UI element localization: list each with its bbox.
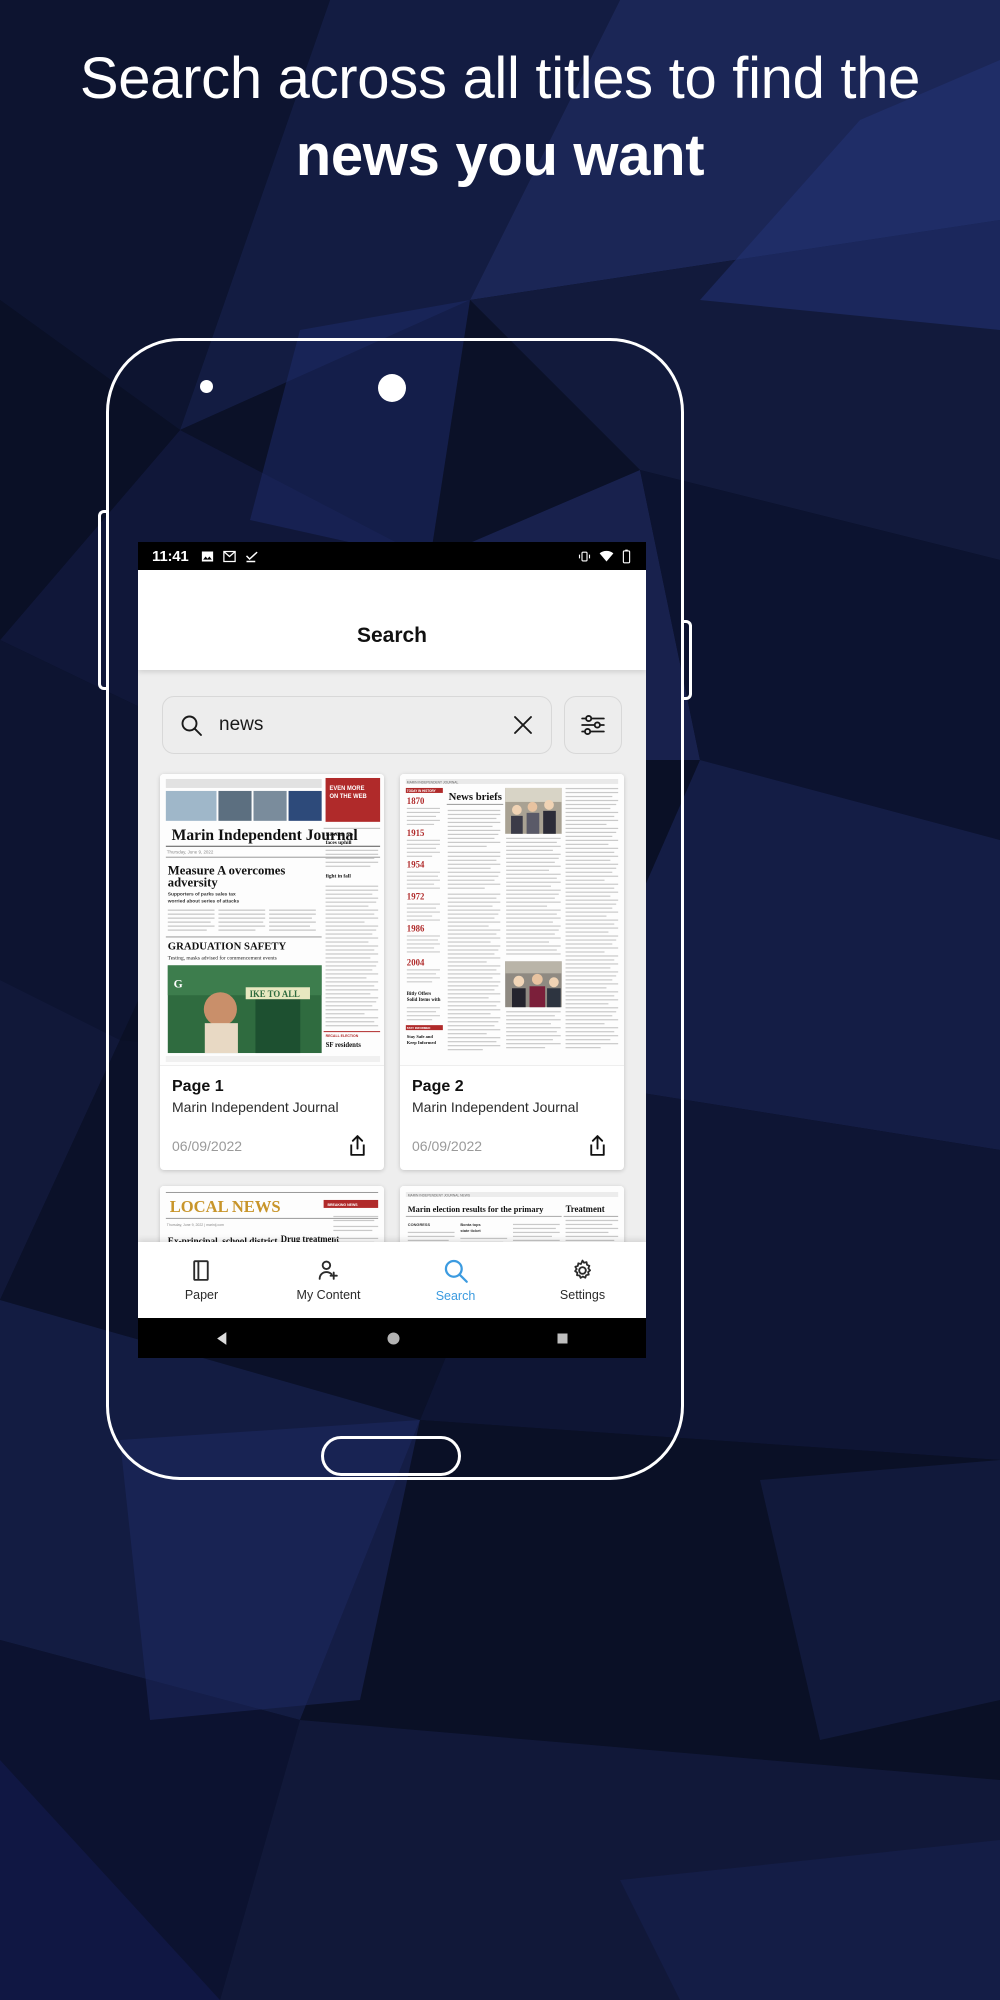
svg-text:2004: 2004 (407, 957, 425, 967)
svg-text:G: G (174, 976, 183, 990)
status-bar: 11:41 (138, 542, 646, 570)
svg-text:Treatment: Treatment (566, 1204, 605, 1214)
vibrate-icon (578, 551, 591, 561)
book-icon (193, 1260, 209, 1281)
bottom-tab-bar: Paper My Content Search Settings (138, 1242, 646, 1318)
promo-headline-regular: Search across all titles to find the (79, 46, 921, 111)
circle-home-icon[interactable] (385, 1330, 402, 1347)
svg-text:STAY INFORMED: STAY INFORMED (407, 1026, 431, 1030)
search-icon (444, 1259, 468, 1283)
svg-text:faces uphill: faces uphill (326, 840, 352, 846)
svg-text:ON THE WEB: ON THE WEB (329, 794, 366, 800)
wifi-icon (599, 550, 614, 561)
tasks-check-icon (245, 551, 258, 562)
gmail-icon (222, 550, 236, 562)
search-input-value: news (219, 714, 264, 735)
svg-text:Stay Safe and: Stay Safe and (407, 1034, 434, 1039)
svg-text:SF residents: SF residents (326, 1042, 362, 1049)
promo-headline-bold: news you want (295, 123, 705, 189)
svg-text:Testing, masks advised for com: Testing, masks advised for commencement … (168, 954, 277, 961)
svg-text:worried about series of attack: worried about series of attacks (167, 899, 240, 905)
svg-text:Thursday, June 9, 2022 | mar: Thursday, June 9, 2022 | marinij.com (167, 1223, 224, 1227)
phone-front-camera-icon (200, 380, 213, 393)
close-icon[interactable] (511, 713, 535, 737)
app-header: Search (138, 570, 646, 670)
svg-text:MARIN INDEPENDENT JOURNAL NEW: MARIN INDEPENDENT JOURNAL NEWS (408, 1194, 471, 1198)
svg-text:News briefs: News briefs (449, 791, 502, 803)
svg-text:Newsom foe: Newsom foe (326, 832, 354, 838)
svg-text:TODAY IN HISTORY: TODAY IN HISTORY (407, 789, 437, 793)
filter-sliders-icon (581, 714, 605, 736)
phone-speaker-dot-icon (378, 374, 406, 402)
tab-my-content[interactable]: My Content (265, 1242, 392, 1318)
status-clock: 11:41 (152, 547, 189, 565)
battery-icon (622, 549, 631, 563)
page-thumbnail[interactable]: EVEN MORE ON THE WEB Marin Independent J… (160, 774, 384, 1066)
share-icon[interactable] (345, 1133, 370, 1158)
card-date: 06/09/2022 (412, 1137, 483, 1154)
search-row: news (138, 670, 646, 774)
search-content: news EVEN MORE ON THE WEB Marin Independ… (138, 670, 646, 1358)
tab-settings-label: Settings (559, 1288, 606, 1302)
tab-search[interactable]: Search (392, 1242, 519, 1318)
card-publication: Marin Independent Journal (412, 1099, 579, 1116)
svg-text:Keep Informed: Keep Informed (407, 1040, 437, 1045)
svg-text:EVEN MORE: EVEN MORE (329, 786, 364, 792)
tab-search-label: Search (435, 1289, 476, 1303)
page-thumbnail[interactable]: MARIN INDEPENDENT JOURNAL TODAY IN HISTO… (400, 774, 624, 1066)
person-add-icon (318, 1260, 338, 1280)
promo-headline: Search across all titles to find the new… (60, 40, 940, 194)
svg-text:Bitly Offers: Bitly Offers (407, 992, 431, 997)
svg-text:BREAKING NEWS: BREAKING NEWS (328, 1203, 359, 1207)
svg-text:CONGRESS: CONGRESS (408, 1222, 431, 1227)
svg-text:LOCAL NEWS: LOCAL NEWS (170, 1197, 281, 1216)
svg-text:1915: 1915 (407, 828, 425, 838)
android-nav-bar (138, 1318, 646, 1358)
page-title: Search (356, 624, 428, 647)
share-icon[interactable] (585, 1133, 610, 1158)
card-title: Page 2 (412, 1078, 464, 1095)
gear-icon (574, 1259, 591, 1279)
card-title: Page 1 (172, 1078, 224, 1095)
svg-text:MARIN INDEPENDENT JOURNAL: MARIN INDEPENDENT JOURNAL (407, 780, 459, 784)
image-icon (201, 551, 213, 561)
svg-text:Supporters of parks sales tax: Supporters of parks sales tax (168, 892, 236, 898)
svg-text:fight in fall: fight in fall (326, 874, 352, 880)
search-icon (181, 715, 202, 736)
svg-text:GRADUATION SAFETY: GRADUATION SAFETY (168, 940, 287, 952)
svg-text:state ticket: state ticket (460, 1228, 481, 1233)
tab-paper[interactable]: Paper (138, 1242, 265, 1318)
triangle-back-icon[interactable] (215, 1330, 232, 1347)
svg-text:RECALL ELECTION: RECALL ELECTION (326, 1034, 359, 1038)
card-publication: Marin Independent Journal (172, 1099, 339, 1116)
svg-text:IKE TO ALL: IKE TO ALL (250, 989, 300, 999)
promo-screenshot: Search across all titles to find the new… (0, 0, 1000, 2000)
result-card[interactable]: EVEN MORE ON THE WEB Marin Independent J… (160, 774, 384, 1171)
svg-text:1954: 1954 (407, 860, 425, 870)
phone-screen: 11:41 Search news EVEN MORE ON THE WEB M… (138, 542, 646, 1358)
svg-text:adversity: adversity (168, 875, 218, 889)
card-date: 06/09/2022 (172, 1137, 243, 1154)
svg-text:Thursday, June 9, 2022: Thursday, June 9, 2022 (167, 850, 214, 855)
svg-text:Bonta tops: Bonta tops (460, 1222, 481, 1227)
tab-my-content-label: My Content (296, 1288, 361, 1302)
filter-button[interactable] (564, 696, 622, 754)
square-recents-icon[interactable] (555, 1331, 570, 1346)
tab-paper-label: Paper (184, 1288, 219, 1302)
svg-text:1972: 1972 (407, 891, 425, 901)
svg-text:1870: 1870 (407, 796, 425, 806)
svg-text:Marin election results for the: Marin election results for the primary (408, 1204, 544, 1214)
search-input[interactable]: news (162, 696, 552, 754)
svg-text:Solid Items with: Solid Items with (407, 998, 441, 1003)
svg-text:1986: 1986 (407, 923, 425, 933)
tab-settings[interactable]: Settings (519, 1242, 646, 1318)
result-card[interactable]: MARIN INDEPENDENT JOURNAL TODAY IN HISTO… (400, 774, 624, 1171)
phone-home-button (321, 1436, 461, 1476)
